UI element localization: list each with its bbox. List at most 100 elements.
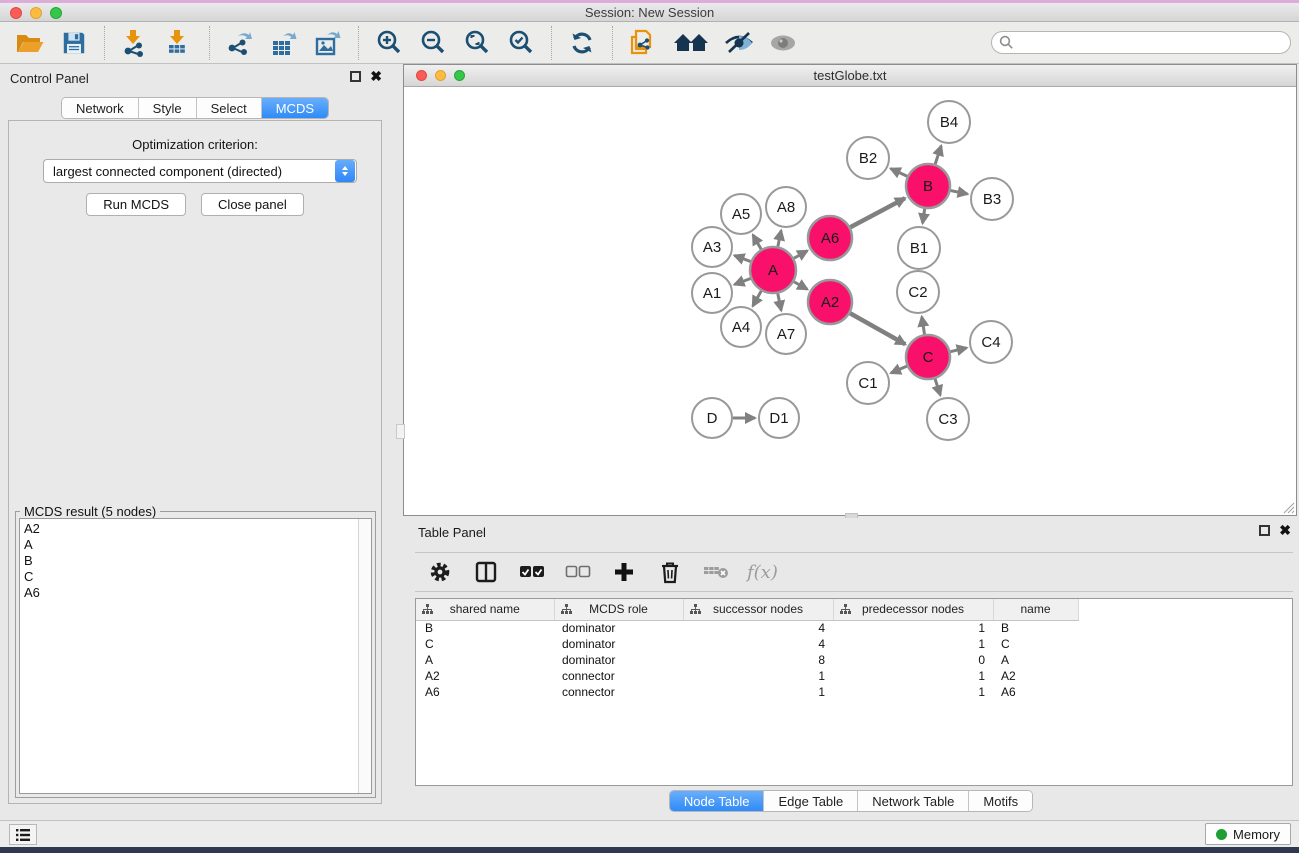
edge-C-C1[interactable] bbox=[891, 366, 907, 373]
add-column-icon[interactable] bbox=[609, 558, 639, 586]
table-cell[interactable]: connector bbox=[554, 668, 683, 684]
split-columns-icon[interactable] bbox=[471, 558, 501, 586]
table-row[interactable]: A6connector11A6 bbox=[416, 684, 1078, 700]
column-header-mcds-role[interactable]: MCDS role bbox=[554, 599, 683, 620]
table-cell[interactable]: B bbox=[416, 620, 554, 636]
tab-node-table[interactable]: Node Table bbox=[670, 791, 765, 811]
edge-A-A6[interactable] bbox=[794, 251, 807, 259]
delete-column-icon[interactable] bbox=[655, 558, 685, 586]
table-cell[interactable]: 8 bbox=[683, 652, 833, 668]
edge-A-A8[interactable] bbox=[778, 231, 781, 247]
column-header-successor-nodes[interactable]: successor nodes bbox=[683, 599, 833, 620]
hide-eye-icon[interactable] bbox=[723, 28, 755, 58]
home-icon[interactable] bbox=[671, 28, 711, 58]
table-cell[interactable]: A bbox=[416, 652, 554, 668]
table-cell[interactable]: B bbox=[993, 620, 1078, 636]
show-eye-icon[interactable] bbox=[767, 28, 799, 58]
import-table-icon[interactable] bbox=[163, 28, 195, 58]
vertical-splitter-handle[interactable] bbox=[396, 424, 405, 439]
tab-mcds[interactable]: MCDS bbox=[262, 98, 328, 118]
float-table-panel-icon[interactable] bbox=[1259, 525, 1270, 536]
refresh-icon[interactable] bbox=[566, 28, 598, 58]
save-session-icon[interactable] bbox=[58, 28, 90, 58]
edge-C-C2[interactable] bbox=[922, 317, 925, 335]
table-cell[interactable]: A6 bbox=[993, 684, 1078, 700]
node-table-container[interactable]: shared nameMCDS rolesuccessor nodesprede… bbox=[415, 598, 1293, 786]
edge-A-A3[interactable] bbox=[734, 255, 750, 261]
session-titlebar[interactable]: Session: New Session bbox=[0, 3, 1299, 22]
edge-C-C3[interactable] bbox=[935, 379, 940, 395]
float-panel-icon[interactable] bbox=[350, 71, 361, 82]
select-all-checkboxes-icon[interactable] bbox=[517, 558, 547, 586]
tab-edge-table[interactable]: Edge Table bbox=[764, 791, 858, 811]
edge-A-A4[interactable] bbox=[753, 291, 762, 306]
export-image-icon[interactable] bbox=[312, 28, 344, 58]
table-cell[interactable]: 4 bbox=[683, 620, 833, 636]
table-cell[interactable]: dominator bbox=[554, 620, 683, 636]
column-header-shared-name[interactable]: shared name bbox=[416, 599, 554, 620]
edge-B-B4[interactable] bbox=[935, 146, 941, 164]
open-session-icon[interactable] bbox=[14, 28, 46, 58]
table-cell[interactable]: connector bbox=[554, 684, 683, 700]
edge-B-B1[interactable] bbox=[923, 209, 925, 223]
table-row[interactable]: Cdominator41C bbox=[416, 636, 1078, 652]
table-cell[interactable]: 1 bbox=[833, 684, 993, 700]
close-table-panel-icon[interactable]: ✖ bbox=[1279, 525, 1291, 536]
clone-network-icon[interactable] bbox=[627, 28, 659, 58]
table-cell[interactable]: dominator bbox=[554, 636, 683, 652]
table-cell[interactable]: 1 bbox=[833, 636, 993, 652]
export-table-icon[interactable] bbox=[268, 28, 300, 58]
column-header-name[interactable]: name bbox=[993, 599, 1078, 620]
export-network-icon[interactable] bbox=[224, 28, 256, 58]
table-row[interactable]: Bdominator41B bbox=[416, 620, 1078, 636]
zoom-selected-icon[interactable] bbox=[505, 28, 537, 58]
network-canvas[interactable]: B4B2BB3B1A5A8A6A3AA1C2A2A4A7CC1C4C3DD1 bbox=[404, 87, 1296, 515]
edge-A2-C[interactable] bbox=[850, 313, 905, 344]
table-row[interactable]: Adominator80A bbox=[416, 652, 1078, 668]
tab-style[interactable]: Style bbox=[139, 98, 197, 118]
settings-gear-icon[interactable] bbox=[425, 558, 455, 586]
table-cell[interactable]: 1 bbox=[833, 620, 993, 636]
edge-C-C4[interactable] bbox=[950, 348, 966, 352]
table-cell[interactable]: A2 bbox=[993, 668, 1078, 684]
table-cell[interactable]: 4 bbox=[683, 636, 833, 652]
tab-network-table[interactable]: Network Table bbox=[858, 791, 969, 811]
edge-A-A7[interactable] bbox=[778, 294, 781, 311]
table-cell[interactable]: A6 bbox=[416, 684, 554, 700]
window-resize-grip[interactable] bbox=[1282, 501, 1295, 514]
import-network-icon[interactable] bbox=[119, 28, 151, 58]
table-cell[interactable]: dominator bbox=[554, 652, 683, 668]
function-builder-button[interactable]: f(x) bbox=[747, 562, 778, 583]
deselect-all-checkboxes-icon[interactable] bbox=[563, 558, 593, 586]
memory-button[interactable]: Memory bbox=[1205, 823, 1291, 845]
criterion-dropdown[interactable]: largest connected component (directed) bbox=[43, 159, 357, 183]
zoom-in-icon[interactable] bbox=[373, 28, 405, 58]
network-window-titlebar[interactable]: testGlobe.txt bbox=[404, 65, 1296, 87]
edge-A6-B[interactable] bbox=[850, 198, 905, 227]
tab-select[interactable]: Select bbox=[197, 98, 262, 118]
table-cell[interactable]: 1 bbox=[833, 668, 993, 684]
column-header-predecessor-nodes[interactable]: predecessor nodes bbox=[833, 599, 993, 620]
task-history-button[interactable] bbox=[9, 824, 37, 845]
tab-network[interactable]: Network bbox=[62, 98, 139, 118]
tab-motifs[interactable]: Motifs bbox=[969, 791, 1032, 811]
edge-A-A2[interactable] bbox=[794, 282, 807, 290]
table-row[interactable]: A2connector11A2 bbox=[416, 668, 1078, 684]
table-cell[interactable]: A bbox=[993, 652, 1078, 668]
table-cell[interactable]: C bbox=[993, 636, 1078, 652]
zoom-fit-icon[interactable] bbox=[461, 28, 493, 58]
edge-B-B3[interactable] bbox=[951, 191, 968, 194]
edge-A-A5[interactable] bbox=[753, 235, 761, 249]
table-cell[interactable]: 0 bbox=[833, 652, 993, 668]
table-cell[interactable]: A2 bbox=[416, 668, 554, 684]
close-panel-icon[interactable]: ✖ bbox=[370, 71, 382, 82]
edge-B-B2[interactable] bbox=[891, 169, 908, 177]
search-input[interactable] bbox=[991, 31, 1291, 54]
run-mcds-button[interactable]: Run MCDS bbox=[86, 193, 186, 216]
result-scrollbar[interactable] bbox=[358, 519, 371, 793]
delete-table-icon[interactable] bbox=[701, 558, 731, 586]
zoom-out-icon[interactable] bbox=[417, 28, 449, 58]
edge-A-A1[interactable] bbox=[734, 278, 750, 284]
table-cell[interactable]: 1 bbox=[683, 684, 833, 700]
mcds-result-list[interactable]: A2ABCA6 bbox=[19, 518, 372, 794]
